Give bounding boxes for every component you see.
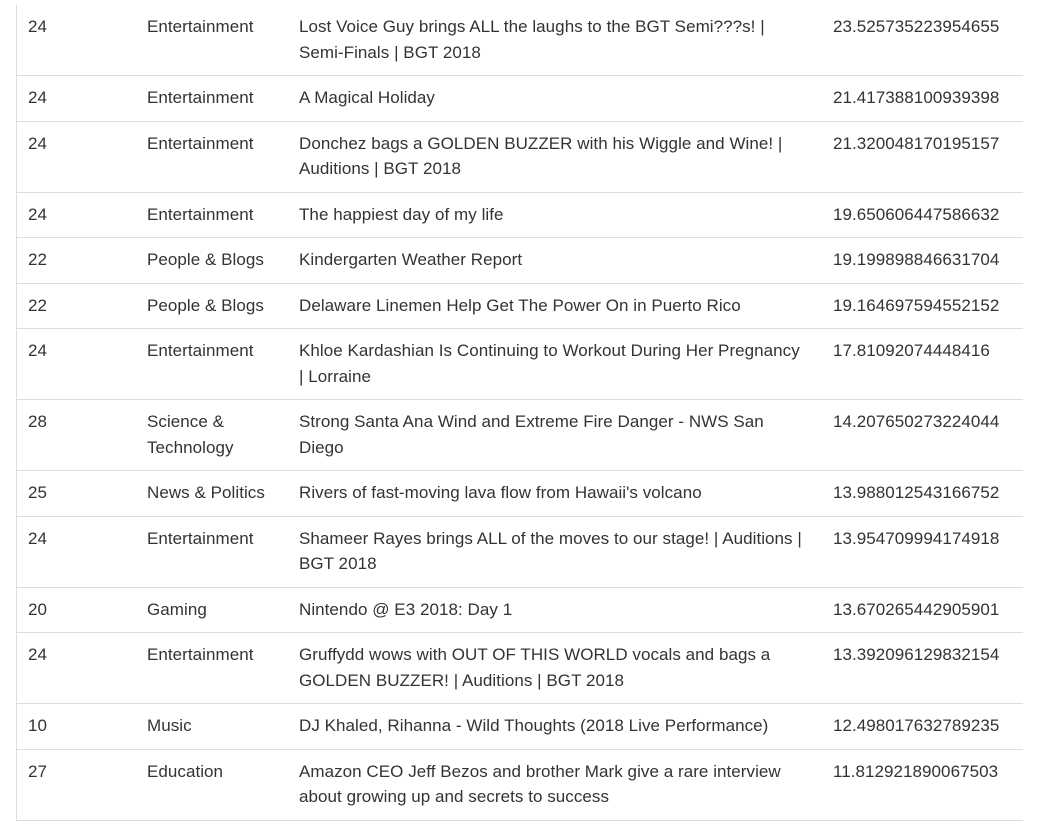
table-row: 20 Gaming Nintendo @ E3 2018: Day 1 13.6702… — [17, 587, 1023, 633]
category-name-cell: Entertainment — [135, 516, 286, 588]
category-id-cell: 24 — [17, 75, 135, 122]
score-cell: 11.812921890067503 — [821, 749, 1023, 821]
video-title-cell: Shameer Rayes brings ALL of the moves to… — [286, 516, 821, 588]
video-title-cell: Gruffydd wows with OUT OF THIS WORLD voc… — [286, 632, 821, 704]
video-title-cell: Strong Santa Ana Wind and Extreme Fire D… — [286, 399, 821, 471]
video-title-cell: Delaware Linemen Help Get The Power On i… — [286, 283, 821, 329]
video-title-cell: A Magical Holiday — [286, 75, 821, 122]
category-name-cell: People & Blogs — [135, 283, 286, 329]
results-table-body: 24 Entertainment Lost Voice Guy brings ALL… — [17, 5, 1023, 821]
table-row: 24 Entertainment Gruffydd wows with OUT OF… — [17, 632, 1023, 704]
category-id-cell: 24 — [17, 192, 135, 238]
score-cell: 12.498017632789235 — [821, 703, 1023, 750]
video-title-cell: Kindergarten Weather Report — [286, 237, 821, 284]
category-name-cell: Entertainment — [135, 632, 286, 704]
video-title-cell: Amazon CEO Jeff Bezos and brother Mark g… — [286, 749, 821, 821]
category-name-cell: Science & Technology — [135, 399, 286, 471]
video-title-cell: DJ Khaled, Rihanna - Wild Thoughts (2018… — [286, 703, 821, 750]
category-id-cell: 27 — [17, 749, 135, 821]
category-id-cell: 25 — [17, 470, 135, 517]
table-row: 28 Science & Technology Strong Santa Ana W… — [17, 399, 1023, 471]
category-name-cell: Music — [135, 703, 286, 750]
category-name-cell: People & Blogs — [135, 237, 286, 284]
video-title-cell: Rivers of fast-moving lava flow from Haw… — [286, 470, 821, 517]
category-name-cell: Entertainment — [135, 5, 286, 76]
score-cell: 19.164697594552152 — [821, 283, 1023, 329]
score-cell: 17.81092074448416 — [821, 328, 1023, 400]
category-id-cell: 20 — [17, 587, 135, 633]
category-id-cell: 24 — [17, 121, 135, 193]
category-name-cell: Entertainment — [135, 328, 286, 400]
table-row: 24 Entertainment Donchez bags a GOLDEN BUZ… — [17, 121, 1023, 193]
table-row: 24 Entertainment Shameer Rayes brings ALL … — [17, 516, 1023, 588]
category-id-cell: 24 — [17, 328, 135, 400]
score-cell: 13.392096129832154 — [821, 632, 1023, 704]
category-name-cell: Education — [135, 749, 286, 821]
table-row: 24 Entertainment The happiest day of my li… — [17, 192, 1023, 238]
category-name-cell: Entertainment — [135, 75, 286, 122]
category-id-cell: 24 — [17, 632, 135, 704]
score-cell: 13.988012543166752 — [821, 470, 1023, 517]
category-id-cell: 10 — [17, 703, 135, 750]
score-cell: 14.207650273224044 — [821, 399, 1023, 471]
video-title-cell: Lost Voice Guy brings ALL the laughs to … — [286, 5, 821, 76]
score-cell: 13.954709994174918 — [821, 516, 1023, 588]
score-cell: 23.525735223954655 — [821, 5, 1023, 76]
table-row: 22 People & Blogs Delaware Linemen Help Ge… — [17, 283, 1023, 329]
category-name-cell: News & Politics — [135, 470, 286, 517]
video-title-cell: The happiest day of my life — [286, 192, 821, 238]
category-id-cell: 24 — [17, 5, 135, 76]
category-name-cell: Entertainment — [135, 192, 286, 238]
results-table: 24 Entertainment Lost Voice Guy brings ALL… — [17, 5, 1023, 821]
score-cell: 21.320048170195157 — [821, 121, 1023, 193]
table-row: 24 Entertainment Lost Voice Guy brings ALL… — [17, 5, 1023, 76]
video-title-cell: Khloe Kardashian Is Continuing to Workou… — [286, 328, 821, 400]
category-id-cell: 24 — [17, 516, 135, 588]
score-cell: 21.417388100939398 — [821, 75, 1023, 122]
category-id-cell: 22 — [17, 283, 135, 329]
table-row: 24 Entertainment A Magical Holiday 21.41738… — [17, 75, 1023, 122]
video-title-cell: Nintendo @ E3 2018: Day 1 — [286, 587, 821, 633]
category-id-cell: 28 — [17, 399, 135, 471]
table-row: 25 News & Politics Rivers of fast-moving l… — [17, 470, 1023, 517]
category-id-cell: 22 — [17, 237, 135, 284]
table-row: 22 People & Blogs Kindergarten Weather Rep… — [17, 237, 1023, 284]
score-cell: 13.670265442905901 — [821, 587, 1023, 633]
results-table-container: 24 Entertainment Lost Voice Guy brings ALL… — [16, 5, 1023, 821]
table-row: 24 Entertainment Khloe Kardashian Is Conti… — [17, 328, 1023, 400]
category-name-cell: Gaming — [135, 587, 286, 633]
video-title-cell: Donchez bags a GOLDEN BUZZER with his Wi… — [286, 121, 821, 193]
table-row: 27 Education Amazon CEO Jeff Bezos and bro… — [17, 749, 1023, 821]
table-row: 10 Music DJ Khaled, Rihanna - Wild Thought… — [17, 703, 1023, 750]
score-cell: 19.199898846631704 — [821, 237, 1023, 284]
category-name-cell: Entertainment — [135, 121, 286, 193]
score-cell: 19.650606447586632 — [821, 192, 1023, 238]
